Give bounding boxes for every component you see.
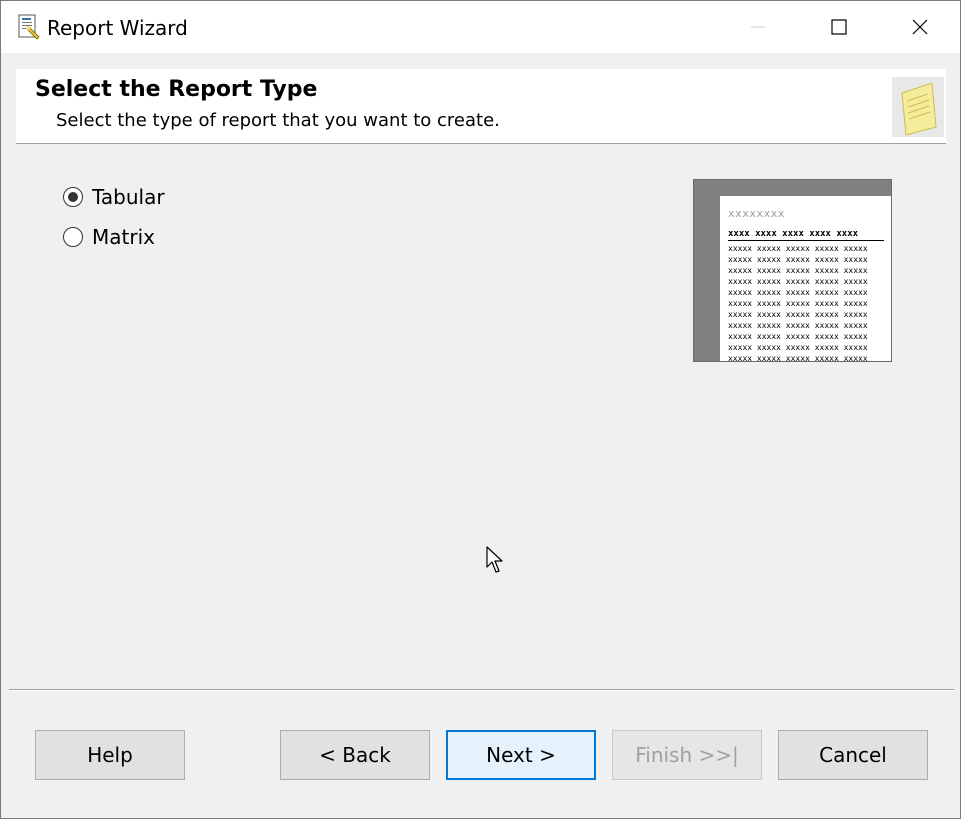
preview-data-rows: xxxxx xxxxx xxxxx xxxxx xxxxx xxxxx xxxxx…	[728, 243, 884, 362]
preview-data-row: xxxxx xxxxx xxxxx xxxxx xxxxx	[728, 310, 868, 319]
radio-button-tabular[interactable]	[63, 187, 83, 207]
preview-data-row: xxxxx xxxxx xxxxx xxxxx xxxxx	[728, 277, 868, 286]
minimize-button[interactable]	[718, 1, 798, 53]
finish-button[interactable]: Finish >>|	[612, 730, 762, 780]
radio-label-tabular: Tabular	[92, 185, 165, 209]
radio-option-tabular[interactable]: Tabular	[63, 184, 165, 210]
preview-title: xxxxxxxx	[728, 207, 785, 220]
preview-data-row: xxxxx xxxxx xxxxx xxxxx xxxxx	[728, 321, 868, 330]
page-title: Select the Report Type	[35, 77, 318, 102]
radio-option-matrix[interactable]: Matrix	[63, 224, 155, 250]
report-wizard-icon	[17, 14, 41, 40]
preview-data-row: xxxxx xxxxx xxxxx xxxxx xxxxx	[728, 255, 868, 264]
radio-label-matrix: Matrix	[92, 225, 155, 249]
preview-data-row: xxxxx xxxxx xxxxx xxxxx xxxxx	[728, 266, 868, 275]
maximize-button[interactable]	[799, 1, 879, 53]
report-type-preview: xxxxxxxx xxxx xxxx xxxx xxxx xxxx xxxxx …	[693, 179, 892, 362]
maximize-icon	[831, 19, 847, 35]
preview-header-row: xxxx xxxx xxxx xxxx xxxx	[728, 229, 884, 241]
preview-data-row: xxxxx xxxxx xxxxx xxxxx xxxxx	[728, 343, 868, 352]
close-button[interactable]	[880, 1, 960, 53]
minimize-icon	[751, 26, 765, 28]
wizard-header: Select the Report Type Select the type o…	[16, 69, 946, 144]
preview-data-row: xxxxx xxxxx xxxxx xxxxx xxxxx	[728, 244, 868, 253]
preview-data-row: xxxxx xxxxx xxxxx xxxxx xxxxx	[728, 288, 868, 297]
next-button[interactable]: Next >	[446, 730, 596, 780]
window-title: Report Wizard	[47, 16, 188, 40]
page-subtitle: Select the type of report that you want …	[56, 110, 500, 131]
mouse-pointer-icon	[486, 546, 503, 573]
cancel-button[interactable]: Cancel	[778, 730, 928, 780]
radio-button-matrix[interactable]	[63, 227, 83, 247]
title-bar[interactable]: Report Wizard	[1, 1, 960, 53]
preview-data-row: xxxxx xxxxx xxxxx xxxxx xxxxx	[728, 299, 868, 308]
preview-page: xxxxxxxx xxxx xxxx xxxx xxxx xxxx xxxxx …	[720, 196, 891, 362]
help-button[interactable]: Help	[35, 730, 185, 780]
close-icon	[912, 19, 928, 35]
back-button[interactable]: < Back	[280, 730, 430, 780]
report-wizard-window: Report Wizard Select the Report Type Sel…	[0, 0, 961, 819]
footer-separator	[9, 689, 954, 691]
preview-data-row: xxxxx xxxxx xxxxx xxxxx xxxxx	[728, 332, 868, 341]
preview-data-row: xxxxx xxxxx xxxxx xxxxx xxxxx	[728, 354, 868, 362]
notepad-icon	[892, 77, 944, 137]
